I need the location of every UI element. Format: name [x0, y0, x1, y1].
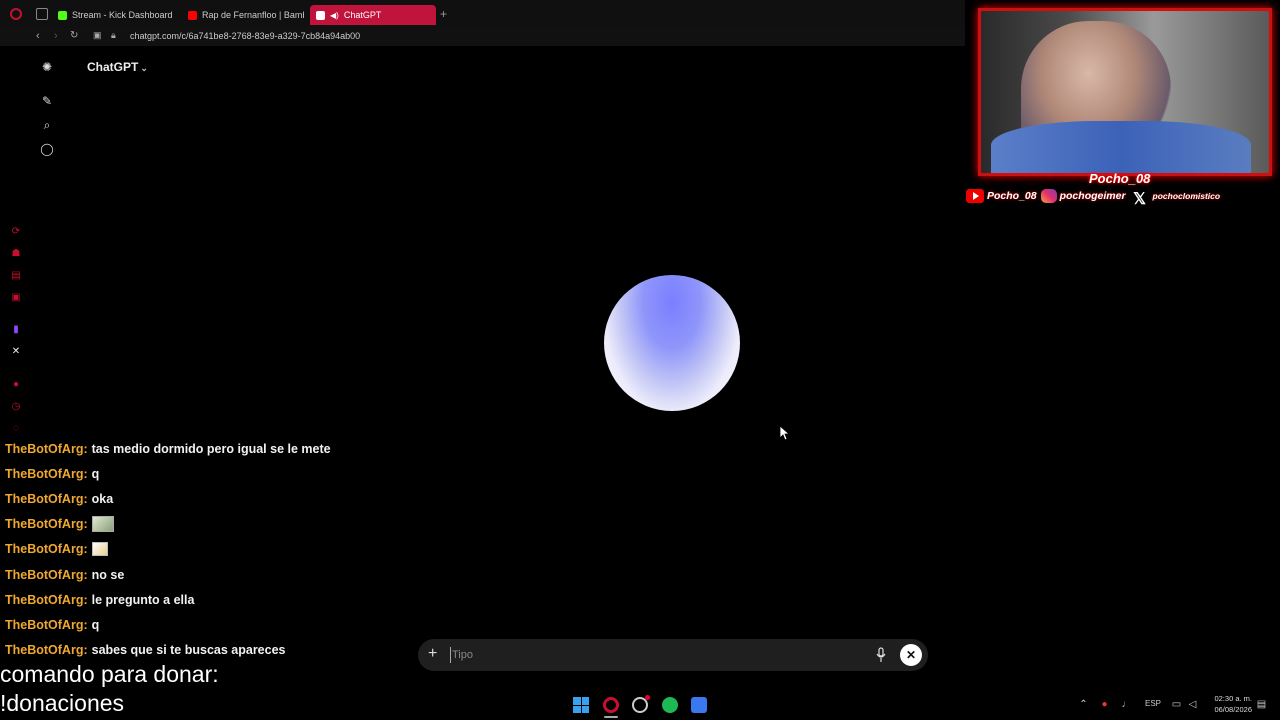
- chat-emote-image: [91, 516, 114, 533]
- chat-message: TheBotOfArg:: [5, 537, 425, 562]
- x-icon[interactable]: ✕: [10, 346, 22, 357]
- chat-message: TheBotOfArg: tas medio dormido pero igua…: [5, 436, 425, 461]
- chat-text: tas medio dormido pero igual se le mete: [91, 441, 331, 456]
- chat-message: TheBotOfArg: le pregunto a ella: [5, 587, 425, 612]
- clock-date: 06/08/2026: [1214, 705, 1252, 714]
- tray-app-icon[interactable]: ●: [1099, 699, 1110, 710]
- chat-username: TheBotOfArg:: [5, 441, 88, 456]
- tab-label: Rap de Fernanfloo | Bamb: [202, 10, 304, 20]
- chat-username: TheBotOfArg:: [5, 542, 88, 557]
- chat-emote-image: [91, 542, 108, 557]
- streamer-shirt-image: [991, 121, 1251, 173]
- new-chat-icon[interactable]: ✎: [40, 94, 54, 108]
- instagram-icon: [1040, 189, 1057, 203]
- opera-browser-icon[interactable]: [603, 697, 619, 713]
- chat-username: TheBotOfArg:: [5, 567, 88, 582]
- site-info-icon[interactable]: ▣: [93, 30, 102, 41]
- social-links: Pocho_08 pochogeimer 𝕏 pochoclomistico: [966, 186, 1280, 208]
- webcam-overlay: [978, 8, 1272, 176]
- mouse-cursor-icon: [780, 426, 790, 440]
- x-handle: pochoclomistico: [1152, 191, 1221, 201]
- chevron-up-icon[interactable]: ⌃: [1078, 699, 1089, 710]
- chat-username: TheBotOfArg:: [5, 491, 88, 506]
- refresh-icon[interactable]: ⟳: [10, 226, 22, 237]
- x-logo-icon: 𝕏: [1133, 191, 1146, 208]
- chat-username: TheBotOfArg:: [5, 643, 88, 658]
- back-icon[interactable]: ‹: [36, 30, 40, 42]
- chat-message: TheBotOfArg: no se: [5, 562, 425, 587]
- windows-start-icon[interactable]: [573, 697, 589, 713]
- network-icon[interactable]: ▭: [1171, 699, 1182, 710]
- chat-username: TheBotOfArg:: [5, 592, 88, 607]
- language-indicator[interactable]: ESP: [1145, 699, 1161, 708]
- chats-icon[interactable]: ◯: [40, 142, 54, 156]
- openai-logo-icon[interactable]: ✺: [40, 60, 54, 74]
- end-voice-button[interactable]: ✕: [900, 644, 922, 666]
- tab-kick-dashboard[interactable]: Stream - Kick Dashboard: [52, 5, 180, 25]
- address-bar: ‹ › ↻ ▣ 🔒︎ chatgpt.com/c/6a741be8-2768-8…: [0, 28, 965, 46]
- tab-label: Stream - Kick Dashboard: [72, 10, 173, 20]
- add-attachment-icon[interactable]: +: [428, 645, 437, 663]
- taskbar-clock[interactable]: 02:30 a. m. 06/08/2026: [1206, 693, 1252, 715]
- youtube-icon: [966, 189, 984, 203]
- chat-message: TheBotOfArg:: [5, 512, 425, 537]
- chat-text: le pregunto a ella: [91, 592, 195, 607]
- voice-mode-orb: [604, 275, 740, 411]
- tab-overview-icon[interactable]: [36, 8, 48, 20]
- wallet-icon[interactable]: ▤: [10, 270, 22, 281]
- donation-caption-line1: comando para donar:: [0, 661, 219, 687]
- new-tab-button[interactable]: +: [440, 7, 447, 21]
- search-icon[interactable]: ⌕: [40, 118, 54, 132]
- chat-text: sabes que si te buscas apareces: [91, 643, 286, 658]
- chat-message: TheBotOfArg: sabes que si te buscas apar…: [5, 638, 425, 663]
- chat-bubble-icon[interactable]: ◌: [10, 423, 22, 434]
- chat-message: TheBotOfArg: oka: [5, 486, 425, 511]
- tab-rap-fernanfloo[interactable]: Rap de Fernanfloo | Bamb: [182, 5, 304, 25]
- chat-text: oka: [91, 491, 114, 506]
- history-icon[interactable]: ◷: [10, 401, 22, 412]
- model-selector[interactable]: ChatGPT ⌄: [87, 60, 148, 74]
- model-label: ChatGPT: [87, 60, 139, 74]
- youtube-icon: [188, 10, 197, 20]
- chat-message: TheBotOfArg: q: [5, 612, 425, 637]
- tab-label: ChatGPT: [343, 10, 382, 20]
- chat-username: TheBotOfArg:: [5, 617, 88, 632]
- url-field[interactable]: chatgpt.com/c/6a741be8-2768-83e9-a329-7c…: [130, 31, 360, 41]
- youtube-handle: Pocho_08: [987, 190, 1037, 202]
- roblox-studio-icon[interactable]: [691, 697, 707, 713]
- active-app-indicator: [604, 716, 618, 718]
- reload-icon[interactable]: ↻: [70, 30, 78, 41]
- chat-text: q: [91, 617, 100, 632]
- chevron-down-icon: ⌄: [140, 63, 148, 73]
- streamer-name: Pocho_08: [1089, 171, 1151, 186]
- lock-icon: 🔒︎: [111, 30, 116, 40]
- spotify-icon[interactable]: [662, 697, 678, 713]
- chat-text: no se: [91, 567, 125, 582]
- volume-icon[interactable]: ◁: [1187, 699, 1198, 710]
- chatgpt-favicon-icon: [316, 10, 325, 20]
- stream-chat-overlay: TheBotOfArg: tas medio dormido pero igua…: [5, 436, 425, 663]
- voice-composer: + ✕: [418, 639, 928, 671]
- opera-logo-icon[interactable]: [10, 8, 22, 20]
- speaker-icon: ◀): [330, 10, 339, 20]
- music-icon[interactable]: ●: [10, 379, 22, 390]
- message-input[interactable]: [450, 647, 870, 663]
- twitch-icon[interactable]: ▮: [10, 324, 22, 335]
- microphone-tray-icon[interactable]: ♩: [1121, 699, 1132, 710]
- instagram-handle: pochogeimer: [1059, 190, 1126, 202]
- browser-tab-strip: Stream - Kick Dashboard Rap de Fernanflo…: [0, 0, 965, 28]
- notification-dot-icon: [645, 695, 650, 700]
- ai-icon[interactable]: ☗: [10, 248, 22, 259]
- kick-icon: [58, 10, 67, 20]
- chat-message: TheBotOfArg: q: [5, 461, 425, 486]
- tab-chatgpt[interactable]: ◀) ChatGPT: [310, 5, 436, 25]
- clock-time: 02:30 a. m.: [1214, 694, 1252, 703]
- chat-text: q: [91, 466, 100, 481]
- messenger-icon[interactable]: ▣: [10, 292, 22, 303]
- chat-username: TheBotOfArg:: [5, 517, 88, 532]
- forward-icon[interactable]: ›: [54, 30, 58, 42]
- chat-username: TheBotOfArg:: [5, 466, 88, 481]
- microphone-icon[interactable]: [876, 647, 886, 663]
- notifications-icon[interactable]: ▤: [1256, 699, 1267, 710]
